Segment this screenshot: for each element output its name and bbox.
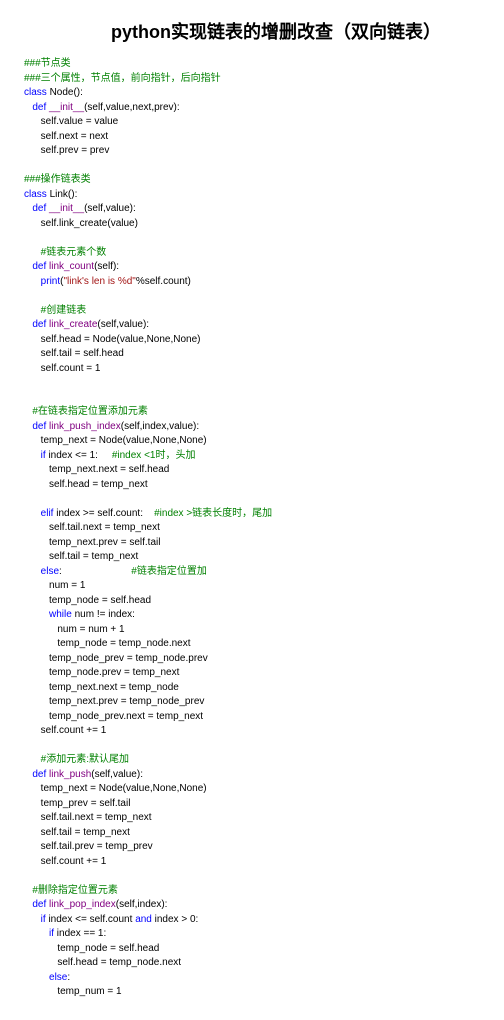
code-text: self.tail.prev = temp_prev bbox=[24, 841, 153, 852]
comment: #在链表指定位置添加元素 bbox=[32, 406, 148, 417]
code-text: self.count += 1 bbox=[24, 725, 106, 736]
code-text: (self,index): bbox=[116, 899, 168, 910]
code-text: self.tail = temp_next bbox=[24, 551, 138, 562]
keyword: elif bbox=[41, 508, 54, 519]
comment: #添加元素:默认尾加 bbox=[41, 754, 129, 765]
code-text: self.tail.next = temp_next bbox=[24, 522, 160, 533]
keyword: def bbox=[32, 102, 46, 113]
code-text: (self,value): bbox=[91, 769, 143, 780]
code-text: temp_next.prev = self.tail bbox=[24, 537, 160, 548]
code-text: self.value = value bbox=[24, 116, 118, 127]
code-text: : bbox=[59, 566, 131, 577]
keyword: else bbox=[49, 972, 67, 983]
code-text: temp_next.next = temp_node bbox=[24, 682, 179, 693]
code-text: Link(): bbox=[47, 189, 78, 200]
code-text: self.link_create(value) bbox=[24, 218, 138, 229]
keyword: def bbox=[32, 899, 46, 910]
comment: #index <1时，头加 bbox=[112, 450, 196, 461]
code-text: (self,index,value): bbox=[121, 421, 199, 432]
code-text: temp_node.prev = temp_next bbox=[24, 667, 179, 678]
code-text: self.tail = self.head bbox=[24, 348, 124, 359]
code-block: ###节点类 ###三个属性，节点值，前向指针，后向指针 class Node(… bbox=[24, 57, 504, 1000]
func-name: __init__ bbox=[46, 203, 84, 214]
page-title: python实现链表的增删改查（双向链表） bbox=[24, 20, 504, 45]
code-text: (self,value): bbox=[84, 203, 136, 214]
keyword: def bbox=[32, 769, 46, 780]
keyword: else bbox=[41, 566, 59, 577]
code-text: temp_next.next = self.head bbox=[24, 464, 169, 475]
code-text: num = 1 bbox=[24, 580, 85, 591]
keyword: print bbox=[41, 276, 60, 287]
keyword: while bbox=[49, 609, 72, 620]
code-text: temp_node_prev = temp_node.prev bbox=[24, 653, 208, 664]
keyword: def bbox=[32, 319, 46, 330]
func-name: link_push bbox=[46, 769, 91, 780]
keyword: and bbox=[135, 914, 152, 925]
func-name: link_push_index bbox=[46, 421, 121, 432]
keyword: def bbox=[32, 421, 46, 432]
code-text: index <= self.count bbox=[46, 914, 136, 925]
comment: #创建链表 bbox=[41, 305, 87, 316]
code-text: : bbox=[67, 972, 70, 983]
func-name: link_pop_index bbox=[46, 899, 116, 910]
code-text: self.head = temp_node.next bbox=[24, 957, 181, 968]
code-text: index > 0: bbox=[152, 914, 198, 925]
code-text: %self.count) bbox=[136, 276, 191, 287]
func-name: link_create bbox=[46, 319, 97, 330]
keyword: def bbox=[32, 261, 46, 272]
code-text: self.prev = prev bbox=[24, 145, 109, 156]
code-text: self.count = 1 bbox=[24, 363, 100, 374]
code-text: self.tail.next = temp_next bbox=[24, 812, 152, 823]
keyword: def bbox=[32, 203, 46, 214]
code-text: temp_next = Node(value,None,None) bbox=[24, 783, 207, 794]
keyword: class bbox=[24, 87, 47, 98]
code-text: temp_num = 1 bbox=[24, 986, 122, 997]
code-text: temp_node = self.head bbox=[24, 943, 159, 954]
comment: ###操作链表类 bbox=[24, 174, 91, 185]
code-text: (self,value): bbox=[97, 319, 149, 330]
code-text: index == 1: bbox=[54, 928, 106, 939]
code-text: (self,value,next,prev): bbox=[84, 102, 180, 113]
code-text: temp_prev = self.tail bbox=[24, 798, 130, 809]
code-text: index >= self.count: bbox=[53, 508, 154, 519]
comment: ###节点类 bbox=[24, 58, 71, 69]
code-text: self.count += 1 bbox=[24, 856, 106, 867]
code-text: (self): bbox=[94, 261, 119, 272]
code-text: temp_node = self.head bbox=[24, 595, 151, 606]
func-name: __init__ bbox=[46, 102, 84, 113]
string: "link's len is %d" bbox=[63, 276, 135, 287]
comment: #index >链表长度时，尾加 bbox=[154, 508, 272, 519]
code-text: num != index: bbox=[72, 609, 135, 620]
code-text: temp_next = Node(value,None,None) bbox=[24, 435, 207, 446]
comment: #删除指定位置元素 bbox=[32, 885, 118, 896]
comment: #链表指定位置加 bbox=[131, 566, 207, 577]
code-text: temp_node = temp_node.next bbox=[24, 638, 191, 649]
code-text: Node(): bbox=[47, 87, 83, 98]
comment: #链表元素个数 bbox=[41, 247, 107, 258]
code-text: self.head = Node(value,None,None) bbox=[24, 334, 201, 345]
code-text: index <= 1: bbox=[46, 450, 112, 461]
comment: ###三个属性，节点值，前向指针，后向指针 bbox=[24, 73, 221, 84]
code-text: temp_next.prev = temp_node_prev bbox=[24, 696, 204, 707]
keyword: class bbox=[24, 189, 47, 200]
code-text: self.next = next bbox=[24, 131, 108, 142]
code-text: self.head = temp_next bbox=[24, 479, 148, 490]
code-text: self.tail = temp_next bbox=[24, 827, 130, 838]
code-text: num = num + 1 bbox=[24, 624, 125, 635]
code-text: temp_node_prev.next = temp_next bbox=[24, 711, 203, 722]
func-name: link_count bbox=[46, 261, 94, 272]
